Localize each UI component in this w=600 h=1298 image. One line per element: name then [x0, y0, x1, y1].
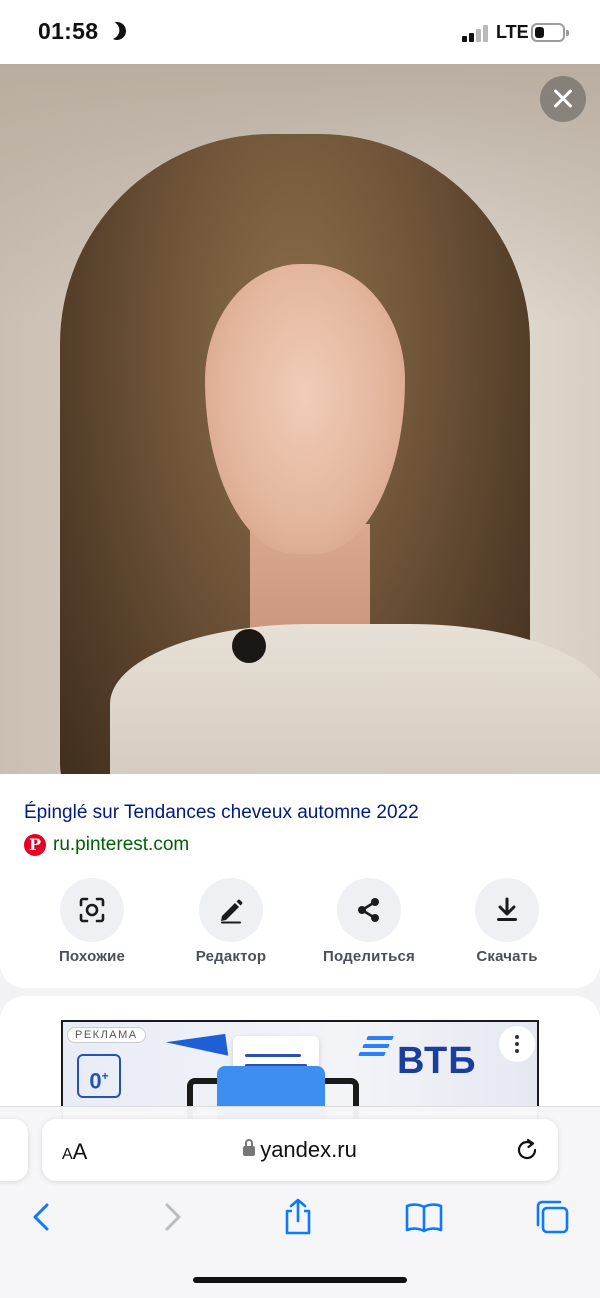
result-image[interactable]	[0, 64, 600, 774]
pencil-icon	[221, 899, 243, 924]
address-bar[interactable]: AA yandex.ru	[42, 1119, 558, 1181]
share-button[interactable]: Поделиться	[299, 878, 439, 974]
result-info-card: Épinglé sur Tendances cheveux automne 20…	[0, 774, 600, 988]
reload-icon[interactable]	[514, 1137, 540, 1163]
focus-moon-icon	[105, 19, 128, 42]
status-time: 01:58	[38, 18, 99, 44]
previous-tab-pill[interactable]	[0, 1119, 28, 1181]
browser-bottom-bar: AA yandex.ru	[0, 1106, 600, 1298]
lock-icon	[243, 1139, 256, 1156]
forward-icon[interactable]	[150, 1197, 194, 1237]
tabs-icon[interactable]	[530, 1197, 574, 1237]
signal-strength-icon	[462, 24, 490, 42]
result-title-link[interactable]: Épinglé sur Tendances cheveux automne 20…	[24, 802, 419, 824]
action-row: Похожие Редактор Поделиться Скачать	[0, 878, 600, 974]
battery-level	[535, 27, 544, 38]
back-icon[interactable]	[20, 1197, 64, 1237]
vtb-logo: ВТБ	[397, 1040, 477, 1082]
pinterest-icon: P	[24, 834, 46, 856]
download-button[interactable]: Скачать	[437, 878, 577, 974]
source-domain: ru.pinterest.com	[53, 834, 190, 855]
vtb-logo-stripes	[358, 1036, 395, 1060]
home-indicator	[193, 1277, 407, 1283]
bookmarks-icon[interactable]	[402, 1197, 446, 1237]
screen: 01:58 LTE Épinglé sur Tendances cheveux …	[0, 0, 600, 1298]
share-label: Поделиться	[322, 948, 416, 965]
share-sheet-icon[interactable]	[276, 1197, 320, 1237]
paper-plane-icon	[165, 1033, 229, 1065]
editor-button[interactable]: Редактор	[161, 878, 301, 974]
ad-banner[interactable]: РЕКЛАМА 0+ ВТБ	[61, 1020, 539, 1120]
network-type: LTE	[496, 22, 529, 42]
status-bar: 01:58 LTE	[0, 0, 600, 64]
battery-icon	[531, 23, 569, 42]
lens-scan-icon	[79, 897, 105, 923]
similar-label: Похожие	[58, 948, 126, 965]
close-icon[interactable]	[540, 76, 586, 122]
ad-badge: РЕКЛАМА	[67, 1027, 146, 1043]
browser-toolbar	[0, 1197, 600, 1237]
more-vertical-icon[interactable]	[499, 1026, 535, 1062]
age-rating-badge: 0+	[77, 1054, 121, 1098]
download-icon	[497, 897, 517, 921]
similar-button[interactable]: Похожие	[22, 878, 162, 974]
share-icon	[358, 898, 379, 922]
source-link[interactable]: P ru.pinterest.com	[24, 832, 189, 858]
download-label: Скачать	[476, 948, 538, 965]
url-text: yandex.ru	[260, 1137, 357, 1162]
editor-label: Редактор	[195, 948, 267, 965]
